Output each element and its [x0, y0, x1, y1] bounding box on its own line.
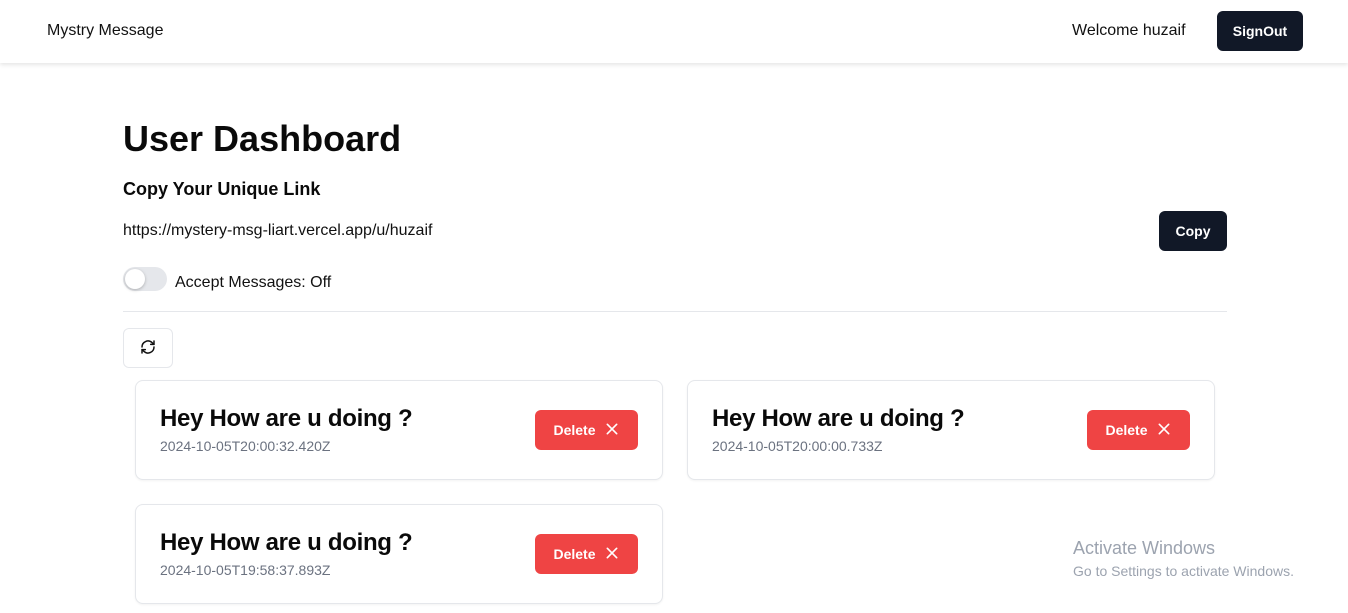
page-title: User Dashboard [123, 118, 402, 159]
delete-button[interactable]: Delete [1087, 410, 1190, 450]
delete-label: Delete [553, 422, 596, 438]
signout-button[interactable]: SignOut [1217, 11, 1303, 51]
message-text: Hey How are u doing ? [160, 529, 413, 556]
message-date: 2024-10-05T20:00:00.733Z [712, 438, 883, 454]
switch-knob [125, 269, 145, 289]
delete-label: Delete [553, 546, 596, 562]
brand-name[interactable]: Mystry Message [47, 22, 163, 40]
message-card: Hey How are u doing ? 2024-10-05T19:58:3… [135, 504, 663, 604]
message-card: Hey How are u doing ? 2024-10-05T20:00:0… [687, 380, 1215, 480]
message-date: 2024-10-05T19:58:37.893Z [160, 562, 331, 578]
unique-link-text: https://mystery-msg-liart.vercel.app/u/h… [123, 222, 433, 239]
accept-messages-label: Accept Messages: Off [175, 274, 332, 291]
divider [123, 311, 1227, 312]
delete-button[interactable]: Delete [535, 534, 638, 574]
close-icon [1156, 421, 1172, 440]
watermark-title: Activate Windows [1073, 538, 1216, 558]
navbar: Mystry Message Welcome huzaif SignOut [0, 0, 1348, 63]
close-icon [604, 545, 620, 564]
message-text: Hey How are u doing ? [160, 405, 413, 432]
message-date: 2024-10-05T20:00:32.420Z [160, 438, 331, 454]
delete-button[interactable]: Delete [535, 410, 638, 450]
message-card: Hey How are u doing ? 2024-10-05T20:00:3… [135, 380, 663, 480]
welcome-text: Welcome huzaif [1072, 22, 1186, 39]
refresh-button[interactable] [123, 328, 173, 368]
copy-button[interactable]: Copy [1159, 211, 1227, 251]
watermark-subtitle: Go to Settings to activate Windows. [1073, 563, 1294, 579]
copy-link-heading: Copy Your Unique Link [123, 179, 321, 199]
message-text: Hey How are u doing ? [712, 405, 965, 432]
refresh-icon [140, 339, 156, 358]
accept-messages-switch[interactable] [123, 267, 167, 291]
close-icon [604, 421, 620, 440]
activate-windows-watermark: Activate Windows Go to Settings to activ… [1073, 538, 1294, 579]
delete-label: Delete [1105, 422, 1148, 438]
